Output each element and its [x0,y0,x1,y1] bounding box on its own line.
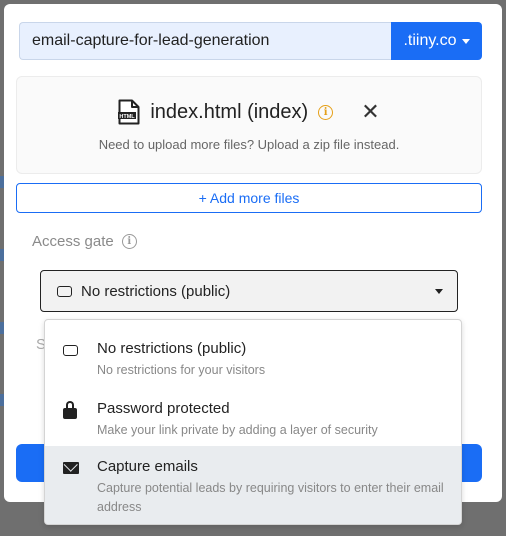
rectangle-icon [57,285,72,297]
domain-dropdown-button[interactable]: .tiiny.co [391,22,482,60]
option-desc: Make your link private by adding a layer… [97,423,378,437]
file-icon-tag: HTML [120,114,136,120]
caret-down-icon [435,288,443,294]
access-gate-label-text: Access gate [32,233,114,250]
option-desc: No restrictions for your visitors [97,363,266,377]
subdomain-input[interactable] [19,22,391,60]
file-row: HTML index.html (index) i ✕ [17,99,481,125]
caret-down-icon [461,38,470,44]
rectangle-icon [63,345,78,356]
option-title: Password protected [97,400,230,417]
option-title: Capture emails [97,458,198,475]
remove-file-icon[interactable]: ✕ [361,101,379,123]
html-file-icon: HTML [118,99,140,125]
option-desc: Capture potential leads by requiring vis… [97,481,444,515]
access-gate-select[interactable]: No restrictions (public) [40,270,458,312]
access-gate-selected: No restrictions (public) [81,282,231,300]
file-card: HTML index.html (index) i ✕ Need to uplo… [16,76,482,174]
envelope-icon [63,462,79,474]
lock-icon [63,401,77,419]
option-title: No restrictions (public) [97,340,247,357]
url-row: .tiiny.co [19,22,482,60]
option-no-restrictions[interactable]: No restrictions (public) No restrictions… [45,320,461,382]
file-name: index.html (index) [150,100,309,123]
option-password-protected[interactable]: Password protected Make your link privat… [45,382,461,446]
access-gate-dropdown: No restrictions (public) No restrictions… [44,319,462,525]
domain-label: .tiiny.co [403,32,457,49]
access-gate-label: Access gate i [32,233,137,250]
add-more-files-button[interactable]: + Add more files [16,183,482,213]
access-info-icon[interactable]: i [121,234,137,249]
info-icon[interactable]: i [318,104,334,120]
option-capture-emails[interactable]: Capture emails Capture potential leads b… [45,446,461,524]
upload-hint: Need to upload more files? Upload a zip … [98,137,400,152]
